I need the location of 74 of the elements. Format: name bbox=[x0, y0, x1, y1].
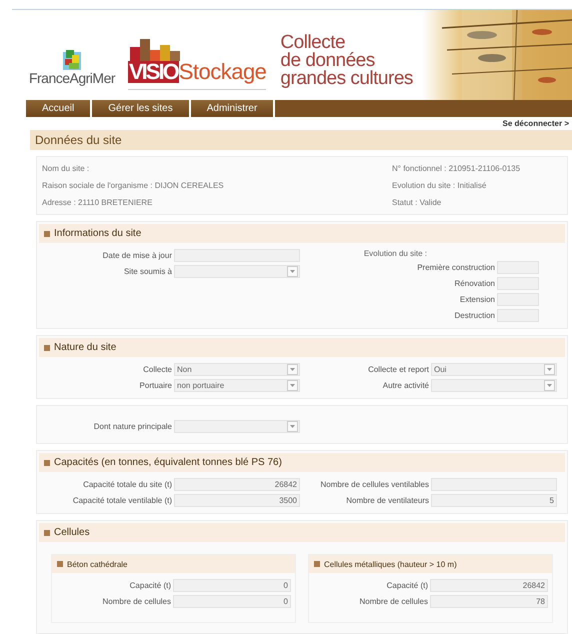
select-field[interactable] bbox=[174, 265, 300, 278]
summary-text: Statut : Valide bbox=[392, 198, 442, 207]
field-label: Portuaire bbox=[140, 381, 172, 390]
tagline: Collecte bbox=[280, 34, 346, 52]
input-field[interactable]: 3500 bbox=[174, 494, 300, 507]
field-label: Nombre de ventilateurs bbox=[346, 496, 429, 505]
input-field[interactable] bbox=[174, 249, 300, 262]
select-field[interactable] bbox=[174, 420, 300, 433]
summary-text: Adresse : 21110 BRETENIERE bbox=[42, 198, 154, 207]
logout-link[interactable]: Se déconnecter > bbox=[502, 119, 569, 128]
field-label: Nombre de cellules bbox=[360, 597, 428, 606]
bullet-icon bbox=[44, 460, 50, 466]
subheading: Evolution du site : bbox=[364, 249, 427, 258]
tagline: de données bbox=[280, 52, 375, 70]
dropdown-caret-icon[interactable] bbox=[544, 380, 555, 391]
bullet-icon bbox=[57, 561, 63, 567]
dropdown-caret-icon[interactable] bbox=[287, 421, 298, 432]
bullet-icon bbox=[44, 530, 50, 536]
logo-icon bbox=[63, 50, 81, 70]
field-label: Nombre de cellules bbox=[102, 597, 171, 606]
field-label: Nombre de cellules ventilables bbox=[320, 480, 429, 489]
input-field[interactable] bbox=[497, 261, 539, 274]
field-label: Capacité totale du site (t) bbox=[83, 480, 172, 489]
input-field[interactable]: 5 bbox=[431, 494, 557, 507]
dropdown-caret-icon[interactable] bbox=[544, 364, 555, 375]
summary-text: N° fonctionnel : 210951-21106-0135 bbox=[392, 164, 522, 173]
select-field[interactable]: non portuaire bbox=[174, 379, 300, 392]
page-title: Données du site bbox=[35, 133, 122, 147]
input-field[interactable] bbox=[497, 309, 539, 322]
nav-tab[interactable]: Gérer les sites bbox=[92, 100, 191, 118]
field-label: Capacité (t) bbox=[386, 581, 428, 590]
input-field[interactable]: 26842 bbox=[174, 478, 300, 491]
summary-text: Raison sociale de l'organisme : DIJON CEREALES bbox=[42, 181, 225, 190]
group-title: Béton cathédrale bbox=[67, 560, 128, 568]
field-label: Date de mise à jour bbox=[102, 251, 172, 260]
section-title: Cellules bbox=[54, 527, 90, 538]
field-label: Capacité (t) bbox=[130, 581, 171, 590]
field-label: Collecte et report bbox=[368, 365, 429, 374]
summary-text: Evolution du site : Initialisé bbox=[392, 181, 488, 190]
input-field[interactable]: 0 bbox=[173, 579, 291, 592]
dropdown-caret-icon[interactable] bbox=[287, 380, 298, 391]
section-title: Nature du site bbox=[54, 342, 116, 353]
input-field[interactable]: 0 bbox=[173, 595, 291, 608]
field-label: Extension bbox=[460, 295, 495, 304]
input-field[interactable]: 26842 bbox=[430, 579, 548, 592]
field-label: Autre activité bbox=[382, 381, 429, 390]
field-label: Destruction bbox=[454, 311, 495, 320]
select-field[interactable]: Non bbox=[174, 363, 300, 376]
input-field[interactable] bbox=[497, 277, 539, 290]
bullet-icon bbox=[44, 344, 50, 350]
field-label: Première construction bbox=[417, 263, 495, 272]
select-field[interactable] bbox=[431, 379, 557, 392]
field-label: Site soumis à bbox=[124, 267, 172, 276]
input-field[interactable]: 78 bbox=[430, 595, 548, 608]
logo-text: VISIO bbox=[128, 60, 179, 83]
nav-tab[interactable]: Administrer bbox=[190, 100, 276, 118]
field-label: Capacité totale ventilable (t) bbox=[72, 496, 172, 505]
select-field[interactable]: Oui bbox=[431, 363, 557, 376]
dropdown-caret-icon[interactable] bbox=[287, 364, 298, 375]
summary-text: Nom du site : bbox=[42, 164, 90, 173]
tagline: grandes cultures bbox=[280, 70, 413, 88]
input-field[interactable] bbox=[497, 293, 539, 306]
dropdown-caret-icon[interactable] bbox=[287, 266, 298, 277]
brand-name: FranceAgriMer bbox=[28, 70, 116, 86]
bullet-icon bbox=[44, 230, 50, 236]
group-title: Cellules métalliques (hauteur > 10 m) bbox=[324, 560, 457, 568]
field-label: Rénovation bbox=[454, 279, 495, 288]
input-field[interactable] bbox=[431, 478, 557, 491]
section-title: Capacités (en tonnes, équivalent tonnes blé PS 76) bbox=[54, 457, 282, 468]
field-label: Dont nature principale bbox=[94, 422, 172, 431]
bullet-icon bbox=[314, 561, 320, 567]
nav-tab[interactable]: Accueil bbox=[26, 100, 92, 118]
section-title: Informations du site bbox=[54, 228, 142, 239]
field-label: Collecte bbox=[143, 365, 172, 374]
